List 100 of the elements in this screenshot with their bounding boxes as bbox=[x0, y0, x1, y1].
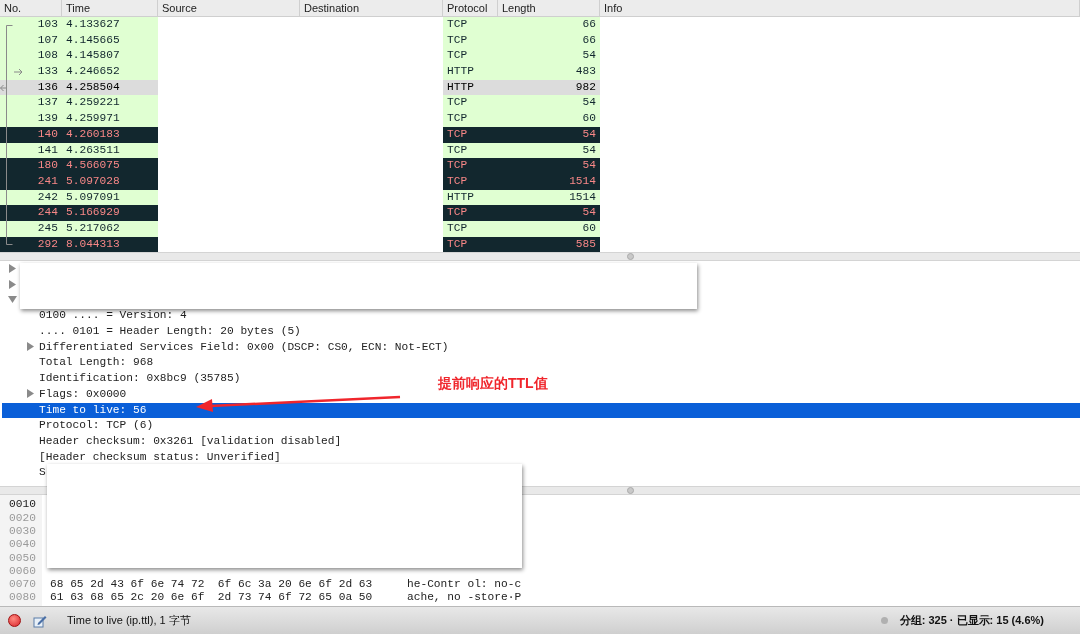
status-field: Time to live (ip.ttl), 1 字节 bbox=[67, 612, 191, 629]
column-header[interactable]: Time bbox=[62, 0, 158, 16]
tree-item[interactable]: Time to live: 56 bbox=[39, 402, 147, 419]
packet-row[interactable]: 292 8.044313 TCP 585 bbox=[0, 236, 1080, 253]
stop-capture-icon[interactable] bbox=[8, 614, 21, 627]
expand-icon[interactable] bbox=[26, 389, 35, 399]
packet-row[interactable]: 133 4.246652 HTTP 483 bbox=[0, 64, 1080, 80]
expand-icon[interactable] bbox=[8, 263, 17, 273]
packet-row[interactable]: 245 5.217062 TCP 60 bbox=[0, 220, 1080, 237]
packet-time: 5.217062 bbox=[66, 221, 120, 234]
packet-time: 4.263511 bbox=[66, 143, 120, 156]
column-header[interactable]: Protocol bbox=[443, 0, 498, 16]
packet-protocol: TCP bbox=[447, 127, 468, 140]
packet-time: 4.258504 bbox=[66, 80, 120, 93]
packet-time: 5.097028 bbox=[66, 174, 120, 187]
packet-time: 5.166929 bbox=[66, 206, 120, 219]
packet-number: 137 bbox=[37, 96, 58, 109]
packet-row[interactable]: 136 4.258504 HTTP 982 bbox=[0, 79, 1080, 96]
splitter-handle[interactable] bbox=[626, 487, 634, 495]
packet-row[interactable]: 139 4.259971 TCP 60 bbox=[0, 111, 1080, 127]
packet-row[interactable]: 241 5.097028 TCP 1514 bbox=[0, 173, 1080, 190]
packet-length: 60 bbox=[582, 112, 596, 125]
packet-number: 241 bbox=[37, 174, 58, 187]
packet-protocol: TCP bbox=[447, 18, 468, 30]
column-header[interactable]: Info bbox=[600, 0, 1080, 16]
packet-protocol: TCP bbox=[447, 221, 468, 234]
packet-number: 244 bbox=[37, 206, 58, 219]
hex-ascii: ache, no -store·P bbox=[407, 591, 522, 605]
hex-offset: 0030 bbox=[9, 524, 36, 537]
edit-icon[interactable] bbox=[33, 613, 47, 628]
tree-item[interactable]: Identification: 0x8bc9 (35785) bbox=[39, 371, 241, 387]
packet-length: 585 bbox=[575, 237, 596, 250]
packet-length: 66 bbox=[582, 18, 596, 30]
hex-offset: 0070 bbox=[9, 578, 36, 591]
expand-icon[interactable] bbox=[8, 279, 17, 289]
tree-item[interactable]: S bbox=[39, 465, 46, 481]
tree-item[interactable]: Protocol: TCP (6) bbox=[39, 418, 154, 434]
packet-row[interactable]: 107 4.145665 TCP 66 bbox=[0, 32, 1080, 49]
hex-offset: 0080 bbox=[9, 591, 36, 604]
packet-length: 483 bbox=[575, 65, 596, 78]
packet-protocol: TCP bbox=[447, 96, 468, 109]
packet-time: 4.145807 bbox=[66, 49, 120, 62]
packet-number: 242 bbox=[37, 190, 58, 203]
packet-row[interactable]: 242 5.097091 HTTP 1514 bbox=[0, 189, 1080, 206]
column-header[interactable]: No. bbox=[0, 0, 62, 16]
column-header[interactable]: Length bbox=[498, 0, 600, 16]
packet-row[interactable]: 244 5.166929 TCP 54 bbox=[0, 205, 1080, 221]
packet-protocol: TCP bbox=[447, 159, 468, 172]
column-header[interactable]: Source bbox=[158, 0, 300, 16]
expand-icon[interactable] bbox=[26, 342, 35, 352]
packet-length: 54 bbox=[582, 96, 596, 109]
splitter-handle[interactable] bbox=[626, 253, 634, 261]
packet-time: 4.133627 bbox=[66, 18, 120, 30]
tree-item[interactable]: .... 0101 = Header Length: 20 bytes (5) bbox=[39, 324, 301, 340]
packet-length: 60 bbox=[582, 221, 596, 234]
packet-row[interactable]: 103 4.133627 TCP 66 bbox=[0, 17, 1080, 33]
packet-number: 292 bbox=[37, 237, 58, 250]
packet-counts: 分组: 325 · 已显示: 15 (4.6%) bbox=[899, 613, 1044, 629]
hex-offset: 0060 bbox=[9, 564, 36, 577]
packet-row[interactable]: 140 4.260183 TCP 54 bbox=[0, 126, 1080, 143]
packet-length: 54 bbox=[582, 159, 596, 172]
packet-protocol: TCP bbox=[447, 112, 468, 125]
status-dot-icon bbox=[880, 617, 888, 624]
column-header[interactable]: Destination bbox=[300, 0, 443, 16]
packet-row[interactable]: 180 4.566075 TCP 54 bbox=[0, 158, 1080, 174]
tree-item[interactable]: 0100 .... = Version: 4 bbox=[39, 308, 187, 325]
tree-item[interactable]: [Header checksum status: Unverified] bbox=[39, 449, 281, 466]
packet-protocol: TCP bbox=[447, 174, 468, 187]
hex-offset: 0050 bbox=[9, 551, 36, 564]
hex-offset: 0010 bbox=[9, 498, 36, 511]
tree-item[interactable]: Differentiated Services Field: 0x00 (DSCP: CS0, ECN: Not-ECT) bbox=[39, 339, 449, 356]
packet-length: 54 bbox=[582, 206, 596, 219]
packet-protocol: TCP bbox=[447, 49, 468, 62]
packet-number: 140 bbox=[37, 127, 58, 140]
packet-time: 4.566075 bbox=[66, 159, 120, 172]
hex-offset: 0020 bbox=[9, 511, 36, 524]
packet-protocol: TCP bbox=[447, 143, 468, 156]
conversation-bracket-icon bbox=[6, 25, 13, 245]
collapse-icon[interactable] bbox=[8, 295, 17, 305]
tree-item[interactable]: Total Length: 968 bbox=[39, 355, 154, 372]
packet-time: 4.260183 bbox=[66, 127, 120, 140]
packet-protocol: HTTP bbox=[447, 80, 474, 93]
packet-protocol: TCP bbox=[447, 237, 468, 250]
packet-number: 103 bbox=[37, 18, 58, 30]
tree-item[interactable]: Flags: 0x0000 bbox=[39, 386, 127, 403]
tree-item[interactable]: Header checksum: 0x3261 [validation disabled] bbox=[39, 433, 342, 450]
packet-length: 54 bbox=[582, 49, 596, 62]
packet-number: 139 bbox=[37, 112, 58, 125]
hex-bytes: 61 63 68 65 2c 20 6e 6f 2d 73 74 6f 72 65 0a 50 bbox=[50, 591, 373, 604]
packet-row[interactable]: 108 4.145807 TCP 54 bbox=[0, 48, 1080, 65]
hex-offset: 0040 bbox=[9, 538, 36, 551]
packet-row[interactable]: 137 4.259221 TCP 54 bbox=[0, 95, 1080, 112]
packet-length: 1514 bbox=[569, 190, 596, 203]
packet-row[interactable]: 141 4.263511 TCP 54 bbox=[0, 142, 1080, 159]
packet-length: 54 bbox=[582, 127, 596, 140]
packet-length: 1514 bbox=[569, 174, 596, 187]
packet-length: 982 bbox=[575, 80, 596, 93]
packet-protocol: TCP bbox=[447, 206, 468, 219]
packet-number: 180 bbox=[37, 159, 58, 172]
packet-number: 136 bbox=[37, 80, 58, 93]
